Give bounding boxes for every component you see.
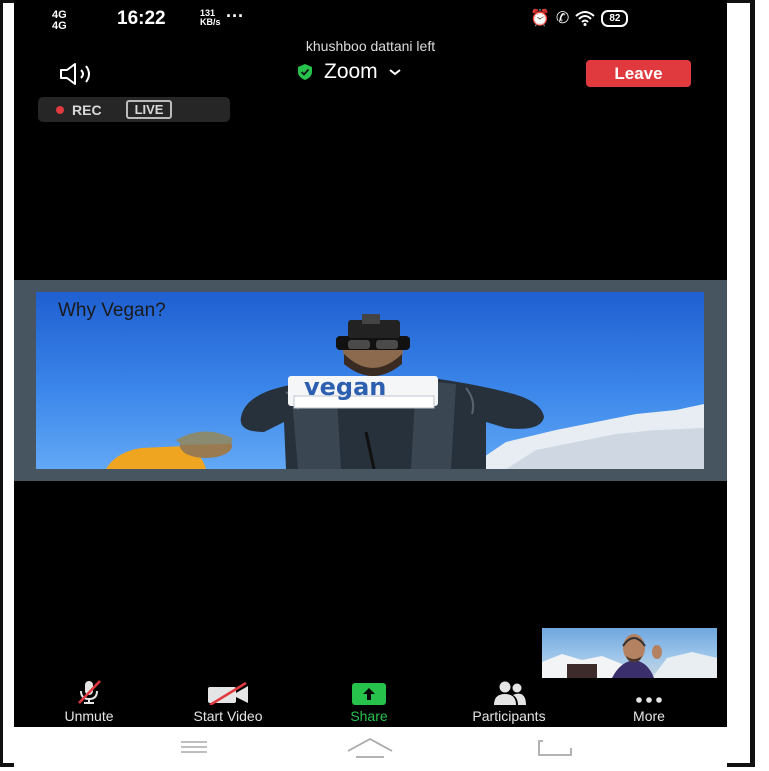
rec-label: REC (72, 101, 102, 118)
start-video-label: Start Video (193, 708, 263, 724)
shield-icon (298, 64, 312, 80)
network-2: 4G (52, 20, 67, 32)
alarm-icon: ⏰ (530, 10, 550, 27)
meeting-header: Zoom Leave (14, 58, 727, 88)
record-dot-icon (56, 105, 64, 114)
participants-label: Participants (472, 708, 546, 724)
android-nav-bar (14, 727, 727, 771)
more-button[interactable]: More (614, 681, 684, 727)
self-view-photo (542, 634, 717, 678)
participants-icon (494, 681, 526, 705)
status-more: ··· (226, 6, 244, 26)
call-icon: ✆ (555, 10, 570, 27)
share-label: Share (350, 708, 388, 724)
meeting-title-dropdown[interactable]: Zoom (296, 60, 402, 84)
menu-icon[interactable] (179, 739, 209, 755)
shared-screen: vegan Why Vegan? (14, 280, 727, 481)
live-badge: LIVE (125, 100, 173, 119)
status-icons: ⏰ ✆ 82 (530, 8, 629, 28)
unmute-label: Unmute (64, 708, 114, 724)
meeting-toolbar: Unmute Start Video Share Participants Mo… (14, 680, 727, 727)
speaker-icon[interactable] (58, 62, 98, 86)
phone-screen: 4G 4G 16:22 131 KB/s ··· ⏰ ✆ 82 khushboo… (14, 0, 727, 771)
status-time: 16:22 (117, 8, 166, 29)
vegan-banner-text: vegan (304, 373, 386, 401)
start-video-button[interactable]: Start Video (168, 681, 288, 727)
video-off-icon (208, 681, 248, 705)
share-arrow-icon (352, 683, 386, 705)
battery-indicator: 82 (601, 9, 629, 27)
network-indicator: 4G 4G (52, 10, 67, 32)
status-bar: 4G 4G 16:22 131 KB/s ··· ⏰ ✆ 82 (14, 0, 727, 36)
wifi-icon (575, 11, 595, 26)
share-button[interactable]: Share (324, 681, 414, 727)
data-speed: 131 KB/s (200, 9, 221, 27)
more-label: More (633, 708, 665, 724)
participant-left-notice: khushboo dattani left (305, 38, 436, 54)
home-icon[interactable] (346, 737, 394, 759)
slide-title: Why Vegan? (58, 300, 166, 321)
chevron-down-icon (389, 69, 401, 76)
participants-button[interactable]: Participants (444, 681, 574, 727)
recording-indicator: REC LIVE (38, 97, 230, 122)
back-icon[interactable] (537, 738, 573, 758)
more-dots-icon (636, 697, 662, 703)
leave-button[interactable]: Leave (586, 60, 691, 87)
self-view-thumbnail[interactable] (542, 628, 717, 678)
meeting-title: Zoom (324, 60, 378, 83)
unmute-button[interactable]: Unmute (44, 680, 134, 727)
muted-mic-icon (78, 680, 101, 704)
presentation-slide: vegan Why Vegan? (36, 292, 704, 469)
speed-unit: KB/s (200, 17, 221, 27)
